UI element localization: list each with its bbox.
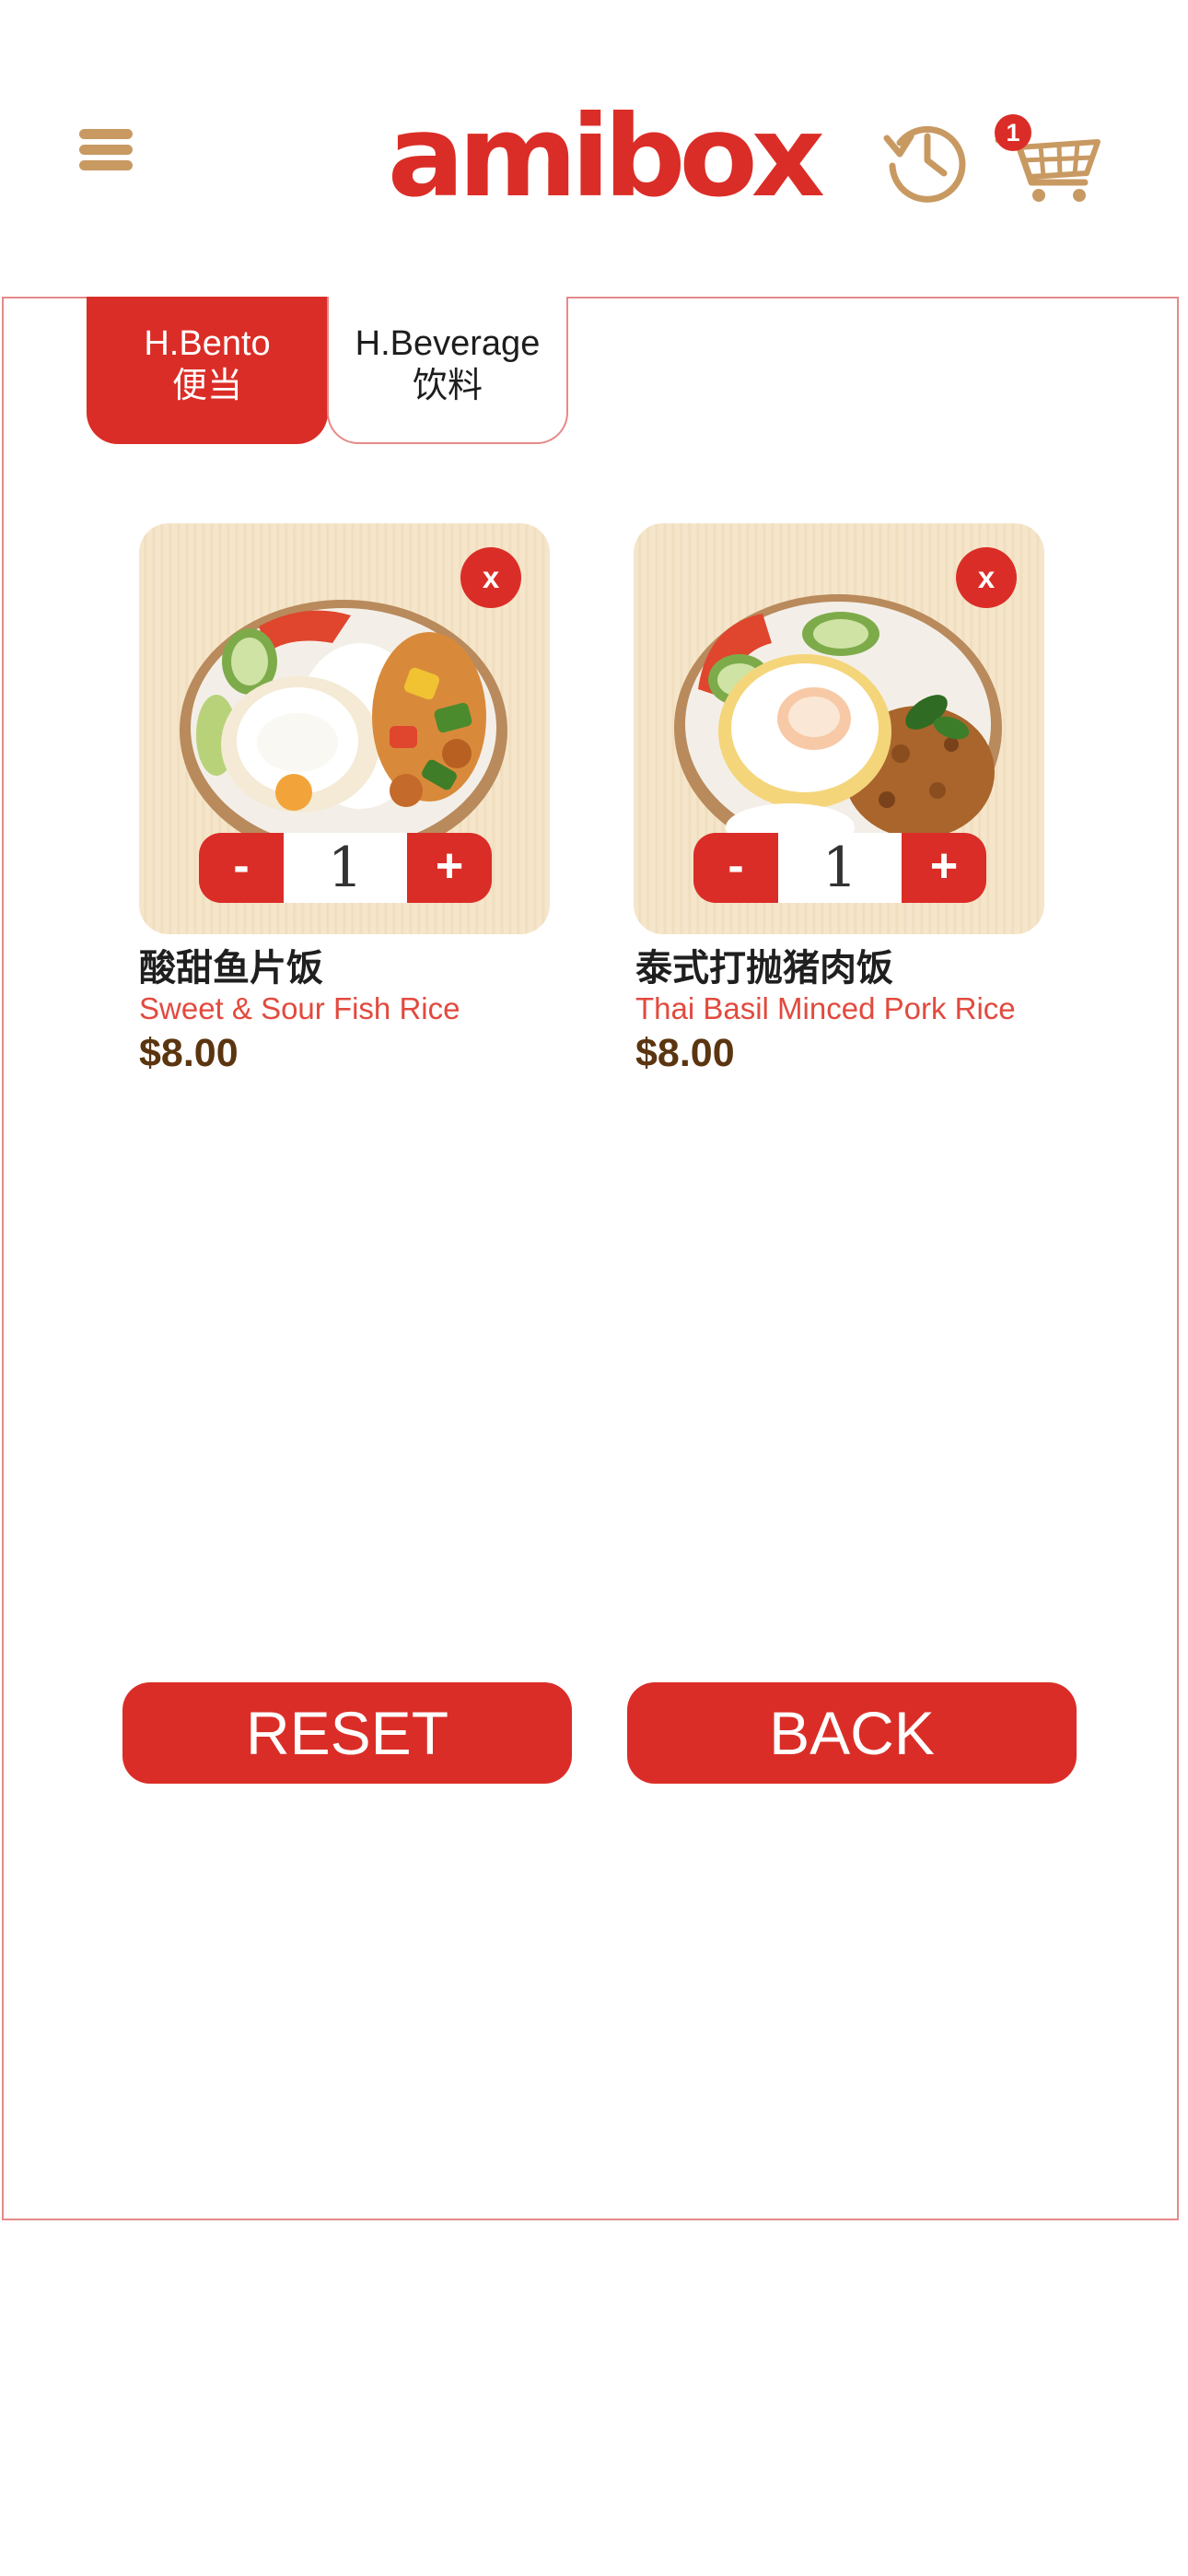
reset-button[interactable]: RESET [122,1682,572,1784]
item-name-zh: 泰式打抛猪肉饭 [635,948,893,989]
amibox-logo[interactable]: amibox [388,92,825,221]
increase-quantity-button[interactable]: + [902,833,986,903]
item-name-en: Thai Basil Minced Pork Rice [635,991,1016,1025]
tab-bento-label-en: H.Bento [144,324,271,363]
item-name-zh: 酸甜鱼片饭 [139,948,323,989]
increase-quantity-button[interactable]: + [407,833,492,903]
remove-item-button[interactable]: x [956,547,1017,608]
cart-count-badge: 1 [995,114,1031,151]
tab-bento[interactable]: H.Bento 便当 [87,297,328,444]
item-price: $8.00 [635,1031,735,1075]
decrease-quantity-button[interactable]: - [199,833,284,903]
remove-item-button[interactable]: x [460,547,521,608]
decrease-quantity-button[interactable]: - [693,833,778,903]
quantity-value: 1 [778,833,902,903]
quantity-stepper: - 1 + [199,833,492,903]
tab-beverage-label-en: H.Beverage [355,324,541,363]
quantity-stepper: - 1 + [693,833,986,903]
tab-beverage[interactable]: H.Beverage 饮料 [327,297,568,444]
hamburger-menu-icon[interactable] [79,122,134,177]
item-name-en: Sweet & Sour Fish Rice [139,991,460,1025]
tab-beverage-label-zh: 饮料 [412,367,483,405]
tab-bento-label-zh: 便当 [171,367,242,405]
quantity-value: 1 [284,833,407,903]
cart-page: amibox 1 H.Bento 便当 H.Beverage 饮料 x - 1 … [0,0,1188,2576]
back-button[interactable]: BACK [627,1682,1077,1784]
item-price: $8.00 [139,1031,239,1075]
history-clock-icon[interactable] [879,112,972,205]
